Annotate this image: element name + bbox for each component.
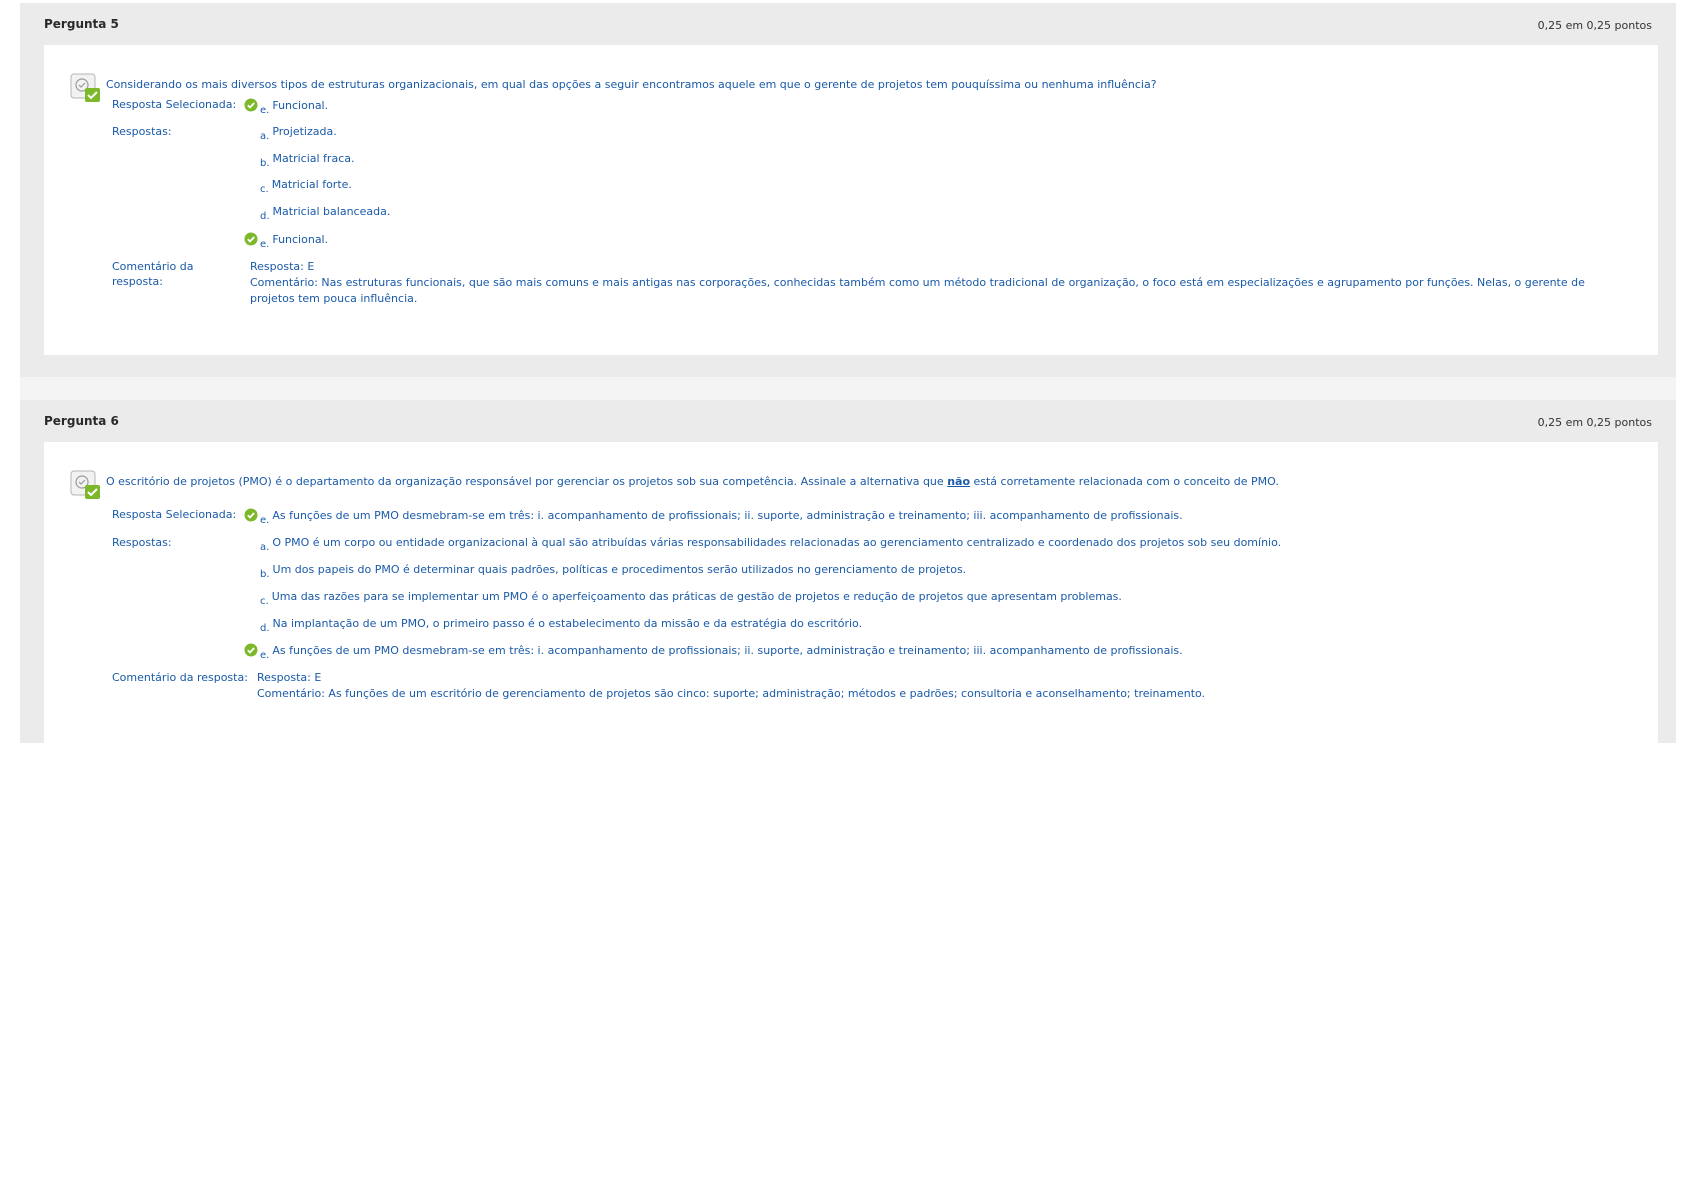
answer-option-c: c. Uma das razões para se implementar um … <box>244 590 1122 607</box>
answer-text: Matricial forte. <box>271 178 352 191</box>
question-title: Pergunta 6 <box>44 414 119 428</box>
answer-letter: e. <box>260 515 270 526</box>
selected-answer-label: Resposta Selecionada: <box>112 508 237 521</box>
comment-answer: Resposta: E <box>257 671 322 684</box>
question-text-emphasis: não <box>947 475 970 488</box>
answer-option-a: a. O PMO é um corpo ou entidade organizac… <box>244 536 1281 553</box>
selected-answer: e. Funcional. <box>244 98 328 116</box>
question-text: O escritório de projetos (PMO) é o depar… <box>106 475 1279 488</box>
comment-line: projetos tem pouca influência. <box>250 292 418 305</box>
answer-letter: b. <box>260 569 270 580</box>
answer-option-b: b. Matricial fraca. <box>244 152 354 169</box>
comment-line: Comentário: As funções de um escritório … <box>257 687 1206 700</box>
answer-text: Funcional. <box>272 233 329 246</box>
question-5: Pergunta 5 0,25 em 0,25 pontos Considera… <box>20 3 1676 377</box>
correct-check-icon <box>244 508 258 522</box>
answer-letter: b. <box>260 158 270 169</box>
question-text: Considerando os mais diversos tipos de e… <box>106 78 1157 91</box>
answers-label: Respostas: <box>112 125 172 138</box>
answer-text: As funções de um PMO desmebram-se em trê… <box>272 644 1183 657</box>
comment-label-line: resposta: <box>112 275 163 288</box>
answer-option-d: d. Na implantação de um PMO, o primeiro p… <box>244 617 862 634</box>
answer-text: As funções de um PMO desmebram-se em trê… <box>272 509 1183 522</box>
answer-text: Projetizada. <box>272 125 337 138</box>
answer-option-a: a. Projetizada. <box>244 125 337 142</box>
comment-line: Comentário: Nas estruturas funcionais, q… <box>250 276 1585 289</box>
comment-answer: Resposta: E <box>250 260 315 273</box>
question-points: 0,25 em 0,25 pontos <box>1537 416 1652 429</box>
answer-option-c: c. Matricial forte. <box>244 178 352 195</box>
answer-option-d: d. Matricial balanceada. <box>244 205 390 222</box>
correct-check-icon <box>244 643 258 657</box>
answer-text: Matricial fraca. <box>272 152 355 165</box>
correct-check-icon <box>244 98 258 112</box>
answer-letter: e. <box>260 650 270 661</box>
question-text-part: está corretamente relacionada com o conc… <box>970 475 1279 488</box>
answer-option-e: e. As funções de um PMO desmebram-se em t… <box>244 643 1183 661</box>
answer-letter: a. <box>260 131 270 142</box>
answer-text: O PMO é um corpo ou entidade organizacio… <box>272 536 1282 549</box>
answer-letter: d. <box>260 211 270 222</box>
selected-answer-label: Resposta Selecionada: <box>112 98 237 111</box>
question-title: Pergunta 5 <box>44 17 119 31</box>
question-header: Pergunta 6 0,25 em 0,25 pontos <box>44 414 1652 434</box>
comment-content: Resposta: E Comentário: As funções de um… <box>257 670 1205 702</box>
comment-label: Comentário da resposta: <box>112 671 248 684</box>
graded-correct-icon <box>70 73 100 102</box>
answer-letter: a. <box>260 542 270 553</box>
question-header: Pergunta 5 0,25 em 0,25 pontos <box>44 17 1652 37</box>
question-body: O escritório de projetos (PMO) é o depar… <box>44 442 1658 743</box>
comment-content: Resposta: E Comentário: Nas estruturas f… <box>250 259 1585 307</box>
comment-label: Comentário da resposta: <box>112 259 193 289</box>
question-body: Considerando os mais diversos tipos de e… <box>44 45 1658 355</box>
answer-text: Um dos papeis do PMO é determinar quais … <box>272 563 967 576</box>
correct-check-icon <box>244 232 258 246</box>
answers-label: Respostas: <box>112 536 172 549</box>
comment-label-line: Comentário da <box>112 260 194 273</box>
question-points: 0,25 em 0,25 pontos <box>1537 19 1652 32</box>
answer-letter: d. <box>260 623 270 634</box>
answer-text: Uma das razões para se implementar um PM… <box>271 590 1122 603</box>
selected-answer: e. As funções de um PMO desmebram-se em t… <box>244 508 1183 526</box>
graded-correct-icon <box>70 470 100 499</box>
answer-option-b: b. Um dos papeis do PMO é determinar quai… <box>244 563 966 580</box>
answer-option-e: e. Funcional. <box>244 232 328 250</box>
answer-letter: e. <box>260 105 270 116</box>
answer-text: Funcional. <box>272 99 329 112</box>
question-6: Pergunta 6 0,25 em 0,25 pontos O escritó… <box>20 400 1676 743</box>
answer-letter: c. <box>260 596 269 607</box>
question-text-part: O escritório de projetos (PMO) é o depar… <box>106 475 948 488</box>
answer-letter: c. <box>260 184 269 195</box>
answer-letter: e. <box>260 239 270 250</box>
answer-text: Na implantação de um PMO, o primeiro pas… <box>272 617 863 630</box>
answer-text: Matricial balanceada. <box>272 205 391 218</box>
question-separator <box>20 377 1676 400</box>
